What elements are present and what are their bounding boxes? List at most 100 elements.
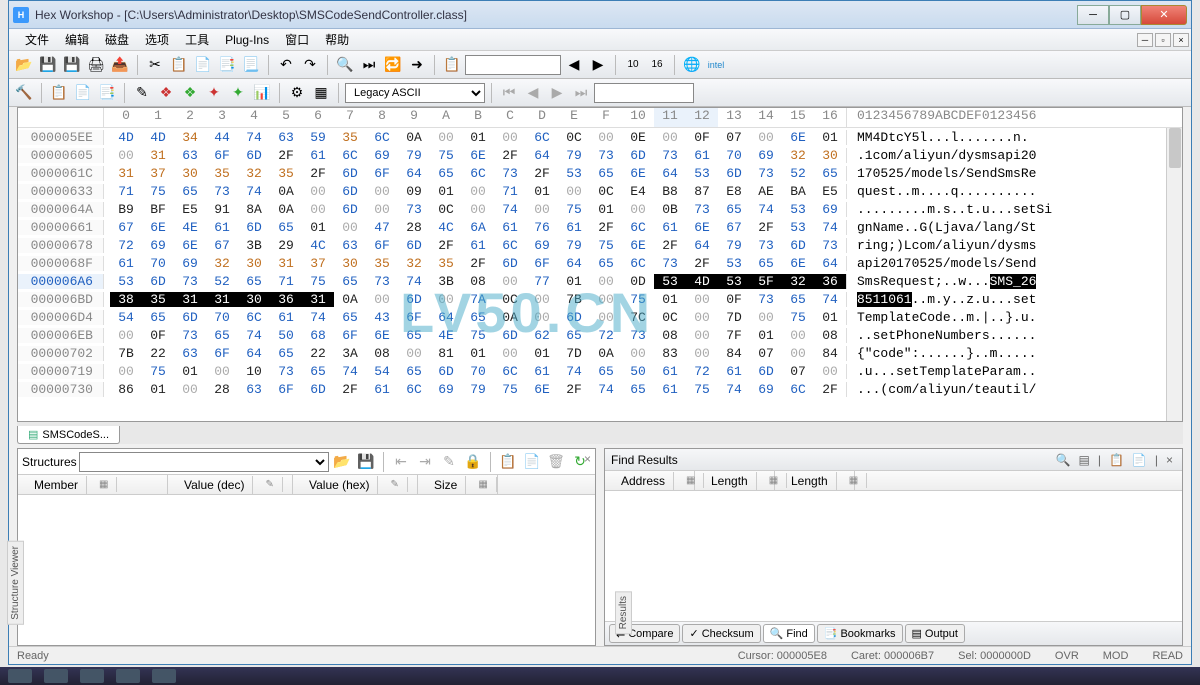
- menu-options[interactable]: 选项: [137, 29, 177, 50]
- paste2-icon[interactable]: 📑: [216, 54, 238, 76]
- mark-icon[interactable]: ✎: [131, 82, 153, 104]
- hex-row[interactable]: 000006050031636F6D2F616C6979756E2F647973…: [18, 146, 1182, 164]
- find-close-icon[interactable]: ×: [1163, 453, 1176, 467]
- taskbar-item[interactable]: [80, 669, 104, 683]
- hex-row[interactable]: 0000068F61706932303137303532352F6D6F6465…: [18, 254, 1182, 272]
- taskbar-item[interactable]: [116, 669, 140, 683]
- paste4-icon[interactable]: 📄: [72, 82, 94, 104]
- taskbar-item[interactable]: [152, 669, 176, 683]
- hex-row[interactable]: 0000067872696E673B294C636F6D2F616C697975…: [18, 236, 1182, 254]
- struct-edit-icon[interactable]: ✎: [438, 451, 460, 473]
- nav-input[interactable]: [594, 83, 694, 103]
- goto-input[interactable]: [465, 55, 561, 75]
- hex-row[interactable]: 0000061C3137303532352F6D6F64656C732F5365…: [18, 164, 1182, 182]
- copy-icon[interactable]: 📋: [168, 54, 190, 76]
- nav-back-icon[interactable]: ◀: [563, 54, 585, 76]
- menu-window[interactable]: 窗口: [277, 29, 317, 50]
- menu-tools[interactable]: 工具: [177, 29, 217, 50]
- paste-icon[interactable]: 📄: [192, 54, 214, 76]
- next-icon[interactable]: ▶: [546, 82, 568, 104]
- gear-icon[interactable]: ⚙: [286, 82, 308, 104]
- export-icon[interactable]: 📤: [109, 54, 131, 76]
- struct-lock-icon[interactable]: 🔒: [462, 451, 484, 473]
- colormark3-icon[interactable]: ✦: [203, 82, 225, 104]
- intel-icon[interactable]: intel: [705, 54, 727, 76]
- hammer-icon[interactable]: 🔨: [13, 82, 35, 104]
- result-tab-checksum[interactable]: ✓Checksum: [682, 624, 760, 643]
- paste3-icon[interactable]: 📃: [240, 54, 262, 76]
- open-icon[interactable]: 📂: [13, 54, 35, 76]
- file-tab[interactable]: ▤SMSCodeS...: [17, 426, 120, 444]
- save-icon[interactable]: 💾: [61, 54, 83, 76]
- colormark-icon[interactable]: ❖: [155, 82, 177, 104]
- vertical-scrollbar[interactable]: [1166, 128, 1182, 421]
- col-value-hex[interactable]: Value (hex) ✎: [293, 475, 418, 494]
- find-tool3-icon[interactable]: 📋: [1106, 453, 1127, 467]
- taskbar-item[interactable]: [44, 669, 68, 683]
- struct-nav2-icon[interactable]: ⇥: [414, 451, 436, 473]
- disk-icon[interactable]: 💾: [37, 54, 59, 76]
- sidebar-structure-viewer[interactable]: Structure Viewer: [7, 541, 24, 625]
- copy-addr-icon[interactable]: 📋: [441, 54, 463, 76]
- colormark2-icon[interactable]: ❖: [179, 82, 201, 104]
- goto-icon[interactable]: ➜: [406, 54, 428, 76]
- world-icon[interactable]: 🌐: [681, 54, 703, 76]
- cut-icon[interactable]: ✂: [144, 54, 166, 76]
- menu-disk[interactable]: 磁盘: [97, 29, 137, 50]
- menu-edit[interactable]: 编辑: [57, 29, 97, 50]
- panel-close-icon[interactable]: ×: [584, 452, 591, 466]
- menu-file[interactable]: 文件: [17, 29, 57, 50]
- col-size[interactable]: Size ▦: [418, 475, 498, 494]
- base16-icon[interactable]: 16: [646, 54, 668, 76]
- mdi-close[interactable]: ×: [1173, 33, 1189, 47]
- struct-disk-icon[interactable]: 💾: [355, 451, 377, 473]
- base10-icon[interactable]: 10: [622, 54, 644, 76]
- find-tool4-icon[interactable]: 📄: [1129, 453, 1150, 467]
- sidebar-results[interactable]: Results: [615, 591, 632, 634]
- struct-open-icon[interactable]: 📂: [331, 451, 353, 473]
- maximize-button[interactable]: ▢: [1109, 5, 1141, 25]
- undo-icon[interactable]: ↶: [275, 54, 297, 76]
- col-member[interactable]: Member ▦: [18, 475, 168, 494]
- structures-select[interactable]: [79, 452, 329, 472]
- struct-del-icon[interactable]: 🗑: [545, 451, 567, 473]
- hex-row[interactable]: 000005EE4D4D3444746359356C0A0001006C0C00…: [18, 128, 1182, 146]
- last-icon[interactable]: ⏭: [570, 82, 592, 104]
- hex-row[interactable]: 000006A6536D73526571756573743B0800770100…: [18, 272, 1182, 290]
- print-icon[interactable]: 🖨: [85, 54, 107, 76]
- minimize-button[interactable]: ─: [1077, 5, 1109, 25]
- encoding-select[interactable]: Legacy ASCII: [345, 83, 485, 103]
- col-address[interactable]: Address ▦: [605, 471, 695, 490]
- taskbar-item[interactable]: [8, 669, 32, 683]
- find-icon[interactable]: 🔍: [334, 54, 356, 76]
- hex-row[interactable]: 0000064AB9BFE5918A0A006D00730C0074007501…: [18, 200, 1182, 218]
- menu-help[interactable]: 帮助: [317, 29, 357, 50]
- hex-row[interactable]: 00000661676E4E616D65010047284C6A6176612F…: [18, 218, 1182, 236]
- colormark4-icon[interactable]: ✦: [227, 82, 249, 104]
- mdi-minimize[interactable]: ─: [1137, 33, 1153, 47]
- hex-grid[interactable]: 0123456789ABCDEF10111213141516 012345678…: [17, 107, 1183, 422]
- find-tool2-icon[interactable]: ▤: [1075, 453, 1092, 467]
- hex-row[interactable]: 0000063371756573740A006D000901007101000C…: [18, 182, 1182, 200]
- result-tab-bookmarks[interactable]: 📑Bookmarks: [817, 624, 903, 643]
- copy2-icon[interactable]: 📋: [48, 82, 70, 104]
- struct-copy-icon[interactable]: 📋: [497, 451, 519, 473]
- menu-plugins[interactable]: Plug-Ins: [217, 31, 277, 49]
- col-length2[interactable]: Length ▦: [775, 471, 855, 490]
- redo-icon[interactable]: ↷: [299, 54, 321, 76]
- hex-row[interactable]: 00000719007501001073657454656D706C617465…: [18, 362, 1182, 380]
- struct-paste-icon[interactable]: 📄: [521, 451, 543, 473]
- paste5-icon[interactable]: 📑: [96, 82, 118, 104]
- result-tab-find[interactable]: 🔍Find: [763, 624, 815, 643]
- hex-row[interactable]: 000006BD383531313036310A006D007A0C007B00…: [18, 290, 1182, 308]
- mdi-restore[interactable]: ▫: [1155, 33, 1171, 47]
- prev-icon[interactable]: ◀: [522, 82, 544, 104]
- hex-row[interactable]: 000007027B22636F6465223A0800810100017D0A…: [18, 344, 1182, 362]
- chart-icon[interactable]: 📊: [251, 82, 273, 104]
- col-length1[interactable]: Length ▦: [695, 471, 775, 490]
- result-tab-output[interactable]: ▤Output: [905, 624, 965, 643]
- col-value-dec[interactable]: Value (dec) ✎: [168, 475, 293, 494]
- first-icon[interactable]: ⏮: [498, 82, 520, 104]
- findnext-icon[interactable]: ⏭: [358, 54, 380, 76]
- struct-nav1-icon[interactable]: ⇤: [390, 451, 412, 473]
